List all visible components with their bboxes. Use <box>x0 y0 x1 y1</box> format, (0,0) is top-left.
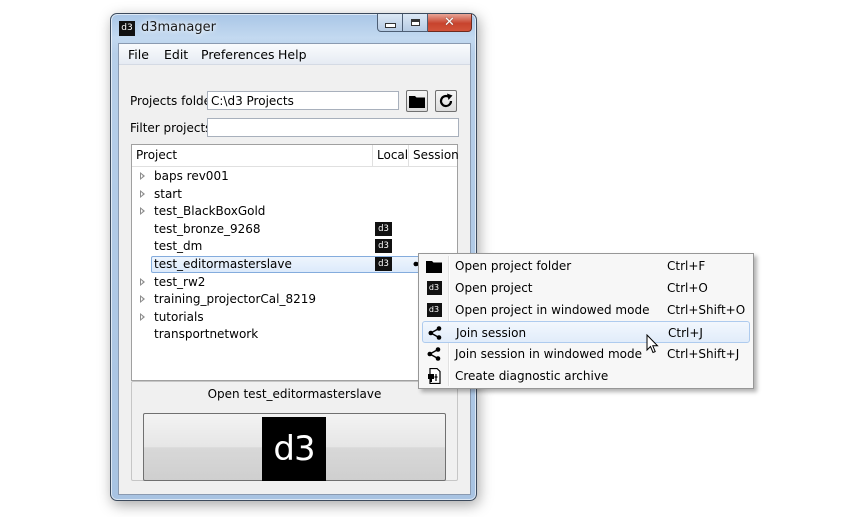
share-icon <box>428 326 442 340</box>
column-session[interactable]: Session <box>409 145 459 166</box>
tree-row[interactable]: baps rev001 <box>132 168 457 186</box>
menu-item-label: Join session <box>456 326 527 340</box>
ctx-create-diagnostic-archive[interactable]: Create diagnostic archive <box>422 365 750 387</box>
window-title: d3manager <box>141 20 216 35</box>
ctx-open-project-windowed[interactable]: d3 Open project in windowed mode Ctrl+Shif… <box>422 299 750 321</box>
refresh-button[interactable] <box>435 90 457 112</box>
refresh-icon <box>439 93 453 108</box>
filter-projects-label: Filter projects <box>130 121 212 135</box>
context-menu: Open project folder Ctrl+F d3 Open project C… <box>418 253 754 389</box>
d3-icon: d3 <box>426 303 442 317</box>
d3-icon-wrap: d3 <box>426 302 442 318</box>
project-name: transportnetwork <box>154 327 259 342</box>
d3-logo[interactable]: d3 <box>262 417 326 481</box>
share-icon-wrap <box>426 346 442 362</box>
mouse-cursor-icon <box>646 334 659 354</box>
open-project-label: Open test_editormasterslave <box>207 387 382 401</box>
expand-arrow-icon[interactable] <box>140 312 145 321</box>
menu-bar: File Edit Preferences Help <box>119 44 470 65</box>
project-name: tutorials <box>154 309 204 324</box>
title-bar[interactable]: d3 d3manager ✕ <box>111 14 476 42</box>
column-local[interactable]: Local <box>373 145 409 166</box>
tree-row[interactable]: test_BlackBoxGold <box>132 203 457 221</box>
menu-item-label: Open project <box>455 281 533 295</box>
menu-item-label: Open project in windowed mode <box>455 303 650 317</box>
tree-row[interactable]: test_bronze_9268 d3 <box>132 221 457 239</box>
filter-projects-input[interactable] <box>207 118 459 137</box>
project-name: training_projectorCal_8219 <box>154 292 317 307</box>
menu-item-shortcut: Ctrl+F <box>667 259 706 273</box>
browse-folder-button[interactable] <box>406 90 428 112</box>
projects-folder-label: Projects folder <box>130 94 216 108</box>
local-d3-icon: d3 <box>375 257 392 271</box>
menu-item-label: Create diagnostic archive <box>455 369 609 383</box>
tree-row[interactable]: training_projectorCal_8219 <box>132 291 457 309</box>
project-name: test_editormasterslave <box>154 257 292 271</box>
expand-arrow-icon[interactable] <box>140 295 145 304</box>
expand-arrow-icon[interactable] <box>140 207 145 216</box>
d3-icon: d3 <box>426 281 442 295</box>
caption-buttons: ✕ <box>377 14 472 32</box>
close-icon: ✕ <box>444 15 455 30</box>
column-project[interactable]: Project <box>132 145 373 166</box>
projects-folder-input[interactable]: C:\d3 Projects <box>207 91 399 110</box>
ctx-join-session-windowed[interactable]: Join session in windowed mode Ctrl+Shift+… <box>422 343 750 365</box>
project-name: baps rev001 <box>154 169 229 183</box>
tree-row[interactable]: start <box>132 186 457 204</box>
tree-row[interactable]: test_editormasterslave d3 <box>132 256 457 274</box>
tree-header: Project Local Session <box>132 145 459 167</box>
project-tree[interactable]: Project Local Session baps rev001 start te… <box>131 144 459 381</box>
project-name: test_bronze_9268 <box>154 221 261 236</box>
project-name: test_BlackBoxGold <box>154 204 266 219</box>
share-icon-wrap <box>427 325 443 341</box>
local-d3-icon: d3 <box>375 221 392 236</box>
close-button[interactable]: ✕ <box>428 14 472 32</box>
archive-icon-wrap <box>426 368 442 384</box>
minimize-icon <box>384 23 396 28</box>
minimize-button[interactable] <box>377 14 403 32</box>
app-icon: d3 <box>119 21 135 36</box>
menu-edit[interactable]: Edit <box>160 46 192 63</box>
menu-item-shortcut: Ctrl+J <box>668 326 703 340</box>
share-icon <box>427 347 441 361</box>
ctx-open-project[interactable]: d3 Open project Ctrl+O <box>422 277 750 299</box>
folder-icon <box>409 96 425 108</box>
tree-row[interactable]: test_dm d3 <box>132 238 457 256</box>
archive-icon <box>428 368 441 384</box>
ctx-join-session[interactable]: Join session Ctrl+J <box>422 321 750 343</box>
menu-item-label: Join session in windowed mode <box>455 347 642 361</box>
maximize-button[interactable] <box>403 14 428 32</box>
folder-icon <box>426 260 442 273</box>
menu-item-shortcut: Ctrl+O <box>667 281 708 295</box>
local-d3-icon: d3 <box>375 239 392 254</box>
folder-icon-wrap <box>426 258 442 274</box>
expand-arrow-icon[interactable] <box>140 277 145 286</box>
expand-arrow-icon[interactable] <box>140 172 145 180</box>
menu-item-shortcut: Ctrl+Shift+J <box>667 347 740 361</box>
maximize-icon <box>410 19 420 26</box>
menu-preferences[interactable]: Preferences <box>197 46 279 63</box>
menu-item-label: Open project folder <box>455 259 572 273</box>
tree-row[interactable]: transportnetwork <box>132 326 457 344</box>
d3-icon-wrap: d3 <box>426 280 442 296</box>
project-name: test_rw2 <box>154 274 206 289</box>
menu-item-shortcut: Ctrl+Shift+O <box>667 303 746 317</box>
menu-file[interactable]: File <box>124 46 153 63</box>
ctx-open-project-folder[interactable]: Open project folder Ctrl+F <box>422 255 750 277</box>
expand-arrow-icon[interactable] <box>140 189 145 198</box>
tree-row[interactable]: tutorials <box>132 309 457 327</box>
tree-row[interactable]: test_rw2 <box>132 274 457 292</box>
project-name: start <box>154 186 182 201</box>
menu-help[interactable]: Help <box>274 46 311 63</box>
project-name: test_dm <box>154 239 203 254</box>
